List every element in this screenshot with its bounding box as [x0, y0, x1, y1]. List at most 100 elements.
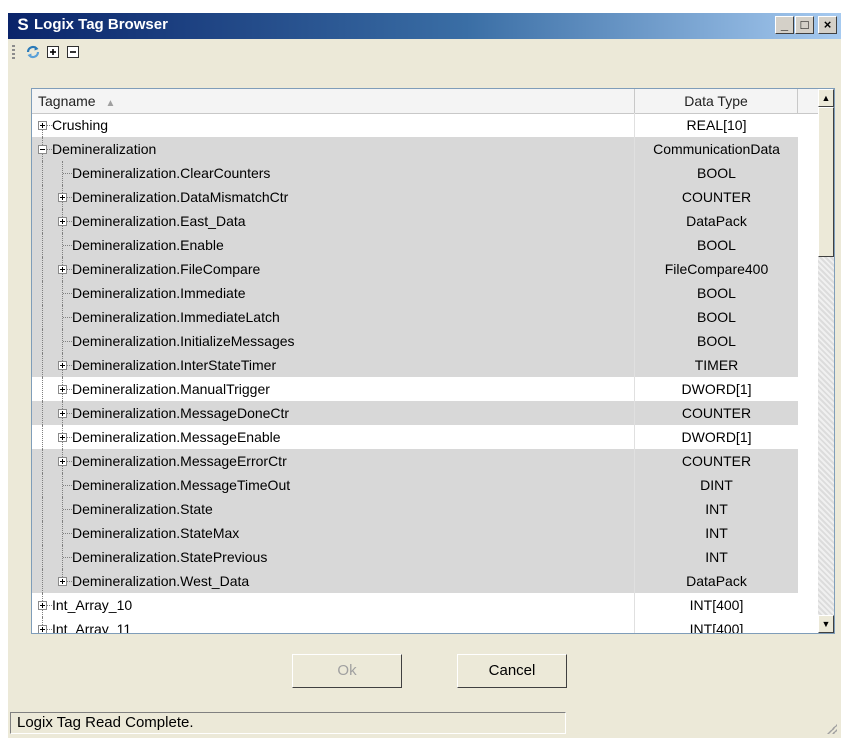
table-row[interactable]: Demineralization.StateMax INT — [32, 521, 798, 545]
table-row[interactable]: Int_Array_11 INT[400] — [32, 617, 798, 634]
table-row[interactable]: Demineralization.InitializeMessages BOOL — [32, 329, 798, 353]
expand-icon[interactable] — [38, 625, 47, 633]
expand-icon[interactable] — [58, 385, 67, 394]
window-title: Logix Tag Browser — [34, 16, 168, 33]
data-type-cell: DataPack — [686, 213, 747, 229]
expand-icon[interactable] — [58, 193, 67, 202]
expand-icon[interactable] — [58, 433, 67, 442]
data-type-cell: FileCompare400 — [664, 261, 769, 277]
tree-line — [42, 377, 43, 401]
tree-line — [42, 257, 43, 281]
collapse-all-icon[interactable] — [65, 44, 81, 60]
tag-name: Demineralization.MessageTimeOut — [72, 477, 291, 493]
expand-icon[interactable] — [58, 577, 67, 586]
data-type-cell: COUNTER — [681, 189, 752, 205]
tag-name: Demineralization.State — [72, 501, 213, 517]
title-bar[interactable]: S Logix Tag Browser _ □ × — [8, 13, 841, 39]
column-header-tagname[interactable]: Tagname ▲ — [32, 89, 635, 113]
data-type-cell: REAL[10] — [686, 117, 747, 133]
expand-all-icon[interactable] — [45, 44, 61, 60]
toolbar-grip[interactable] — [12, 45, 15, 59]
table-row[interactable]: Demineralization.MessageTimeOut DINT — [32, 473, 798, 497]
table-row[interactable]: Demineralization.StatePrevious INT — [32, 545, 798, 569]
scrollbar-thumb[interactable] — [818, 107, 834, 257]
maximize-button[interactable]: □ — [795, 16, 814, 34]
data-type-cell: COUNTER — [681, 453, 752, 469]
data-type-cell: INT — [705, 549, 728, 565]
expand-icon[interactable] — [38, 121, 47, 130]
close-button[interactable]: × — [818, 16, 837, 34]
cancel-button[interactable]: Cancel — [457, 654, 567, 688]
tagname-cell: Demineralization.East_Data — [32, 209, 635, 233]
data-type-cell: BOOL — [697, 237, 736, 253]
table-row[interactable]: Demineralization.FileCompare FileCompare4… — [32, 257, 798, 281]
tree-line — [42, 497, 43, 521]
tree-line — [63, 293, 72, 294]
tag-name: Demineralization.StatePrevious — [72, 549, 268, 565]
data-type-cell: COUNTER — [681, 405, 752, 421]
tree-line — [42, 209, 43, 233]
data-type-cell: DWORD[1] — [681, 429, 752, 445]
tag-name: Demineralization.MessageErrorCtr — [72, 453, 287, 469]
table-row[interactable]: Demineralization CommunicationData — [32, 137, 798, 161]
collapse-icon[interactable] — [38, 145, 47, 154]
data-type-cell: BOOL — [697, 333, 736, 349]
minimize-button[interactable]: _ — [775, 16, 794, 34]
column-header-data-type[interactable]: Data Type — [635, 89, 798, 113]
scroll-down-icon[interactable]: ▼ — [818, 615, 834, 633]
expand-icon[interactable] — [58, 217, 67, 226]
table-row[interactable]: Demineralization.State INT — [32, 497, 798, 521]
tagname-cell: Int_Array_11 — [32, 617, 635, 634]
table-row[interactable]: Demineralization.MessageDoneCtr COUNTER — [32, 401, 798, 425]
tree-line — [63, 317, 72, 318]
table-row[interactable]: Demineralization.Enable BOOL — [32, 233, 798, 257]
table-row[interactable]: Demineralization.DataMismatchCtr COUNTER — [32, 185, 798, 209]
data-type-cell: CommunicationData — [653, 141, 780, 157]
vertical-scrollbar[interactable]: ▲ ▼ — [818, 89, 834, 633]
table-row[interactable]: Demineralization.MessageErrorCtr COUNTER — [32, 449, 798, 473]
table-row[interactable]: Demineralization.MessageEnable DWORD[1] — [32, 425, 798, 449]
data-type-cell: INT — [705, 525, 728, 541]
table-row[interactable]: Demineralization.ClearCounters BOOL — [32, 161, 798, 185]
tree-line — [42, 473, 43, 497]
table-row[interactable]: Crushing REAL[10] — [32, 113, 798, 137]
expand-icon[interactable] — [38, 601, 47, 610]
tagname-cell: Demineralization.MessageEnable — [32, 425, 635, 449]
data-type-cell: DataPack — [686, 573, 747, 589]
resize-grip-icon[interactable] — [827, 724, 837, 734]
ok-button[interactable]: Ok — [292, 654, 402, 688]
expand-icon[interactable] — [58, 361, 67, 370]
table-row[interactable]: Int_Array_10 INT[400] — [32, 593, 798, 617]
scroll-up-icon[interactable]: ▲ — [818, 89, 834, 107]
tag-grid[interactable]: Tagname ▲ Data Type Crushing REAL[10] Demi… — [31, 88, 835, 634]
toolbar — [8, 40, 841, 64]
table-row[interactable]: Demineralization.ManualTrigger DWORD[1] — [32, 377, 798, 401]
table-row[interactable]: Demineralization.Immediate BOOL — [32, 281, 798, 305]
tagname-cell: Demineralization.West_Data — [32, 569, 635, 593]
expand-icon[interactable] — [58, 409, 67, 418]
tag-name: Demineralization.MessageEnable — [72, 429, 281, 445]
tagname-cell: Demineralization.MessageDoneCtr — [32, 401, 635, 425]
data-type-cell: DINT — [700, 477, 733, 493]
tagname-cell: Demineralization.ClearCounters — [32, 161, 635, 185]
refresh-icon[interactable] — [25, 44, 41, 60]
tree-line — [63, 341, 72, 342]
table-row[interactable]: Demineralization.ImmediateLatch BOOL — [32, 305, 798, 329]
tag-name: Demineralization — [52, 141, 157, 157]
table-row[interactable]: Demineralization.East_Data DataPack — [32, 209, 798, 233]
tagname-cell: Demineralization.ImmediateLatch — [32, 305, 635, 329]
tag-name: Demineralization.East_Data — [72, 213, 246, 229]
table-row[interactable]: Demineralization.West_Data DataPack — [32, 569, 798, 593]
table-row[interactable]: Demineralization.InterStateTimer TIMER — [32, 353, 798, 377]
tagname-cell: Crushing — [32, 113, 635, 137]
tree-line — [63, 509, 72, 510]
tree-line — [42, 161, 43, 185]
expand-icon[interactable] — [58, 265, 67, 274]
tree-line — [42, 401, 43, 425]
data-type-cell: BOOL — [697, 309, 736, 325]
tag-name: Demineralization.MessageDoneCtr — [72, 405, 290, 421]
data-type-cell: BOOL — [697, 285, 736, 301]
tree-line — [42, 305, 43, 329]
expand-icon[interactable] — [58, 457, 67, 466]
tag-name: Int_Array_11 — [52, 621, 132, 634]
